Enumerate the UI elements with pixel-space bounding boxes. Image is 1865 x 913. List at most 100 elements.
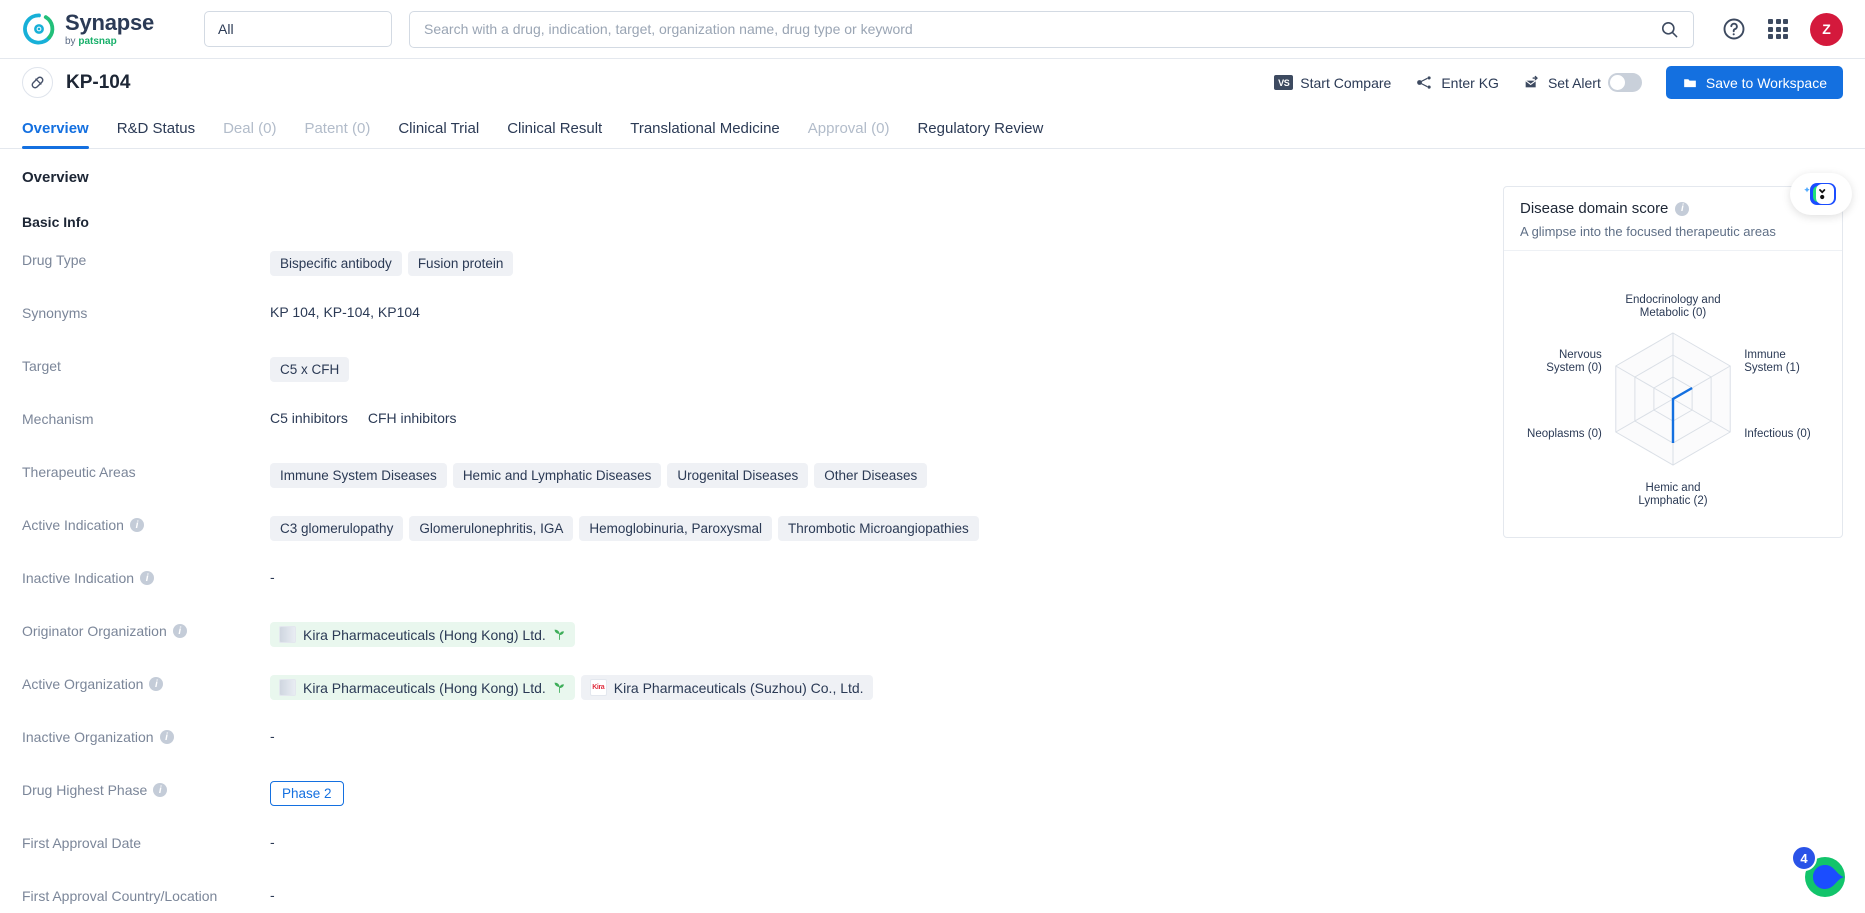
organization-logo-icon	[279, 679, 296, 696]
tab-approval-0[interactable]: Approval (0)	[794, 120, 904, 148]
value-tag[interactable]: Bispecific antibody	[270, 251, 402, 276]
info-row-label: Active Organization i	[22, 674, 270, 692]
drug-phase-badge[interactable]: Phase 2	[270, 781, 344, 806]
radar-axis-label: Hemic and Lymphatic (2)	[1638, 482, 1707, 507]
value-tag[interactable]: Hemic and Lymphatic Diseases	[452, 463, 662, 488]
search-icon[interactable]	[1660, 20, 1679, 39]
value-tag[interactable]: Immune System Diseases	[270, 463, 447, 488]
tab-clinical-trial[interactable]: Clinical Trial	[384, 120, 493, 148]
sprout-icon	[554, 629, 564, 640]
info-row-label: Active Indication i	[22, 515, 270, 533]
info-row-value: -	[270, 568, 275, 585]
info-row-label: Inactive Indication i	[22, 568, 270, 586]
ai-assistant-icon[interactable]	[1790, 173, 1852, 215]
radar-axis-label: Immune System (1)	[1744, 349, 1800, 374]
value-empty: -	[270, 887, 275, 903]
capsule-icon	[22, 67, 53, 98]
organization-name: Kira Pharmaceuticals (Hong Kong) Ltd.	[303, 679, 546, 696]
info-icon[interactable]: i	[140, 571, 155, 585]
search-scope-select[interactable]: All	[204, 11, 392, 47]
chat-widget-button[interactable]: 4	[1791, 845, 1849, 901]
tab-overview[interactable]: Overview	[22, 120, 103, 149]
value-empty: -	[270, 569, 275, 585]
organization-tag[interactable]: Kira Pharmaceuticals (Hong Kong) Ltd.	[270, 622, 575, 647]
start-compare-button[interactable]: VS Start Compare	[1274, 75, 1391, 91]
info-icon[interactable]: i	[172, 624, 187, 638]
value-tag[interactable]: Thrombotic Microangiopathies	[777, 516, 979, 541]
organization-tag[interactable]: Kira Kira Pharmaceuticals (Suzhou) Co., L…	[580, 675, 873, 700]
info-row: First Approval Date -	[22, 833, 1843, 886]
value-tag[interactable]: Fusion protein	[407, 251, 514, 276]
search-input[interactable]	[424, 21, 1660, 37]
info-icon[interactable]: i	[129, 518, 144, 532]
value-empty: -	[270, 728, 275, 744]
drug-header-actions: VS Start Compare Enter KG Set Alert Save…	[1274, 66, 1843, 99]
value-tag[interactable]: Other Diseases	[814, 463, 928, 488]
info-icon[interactable]: i	[153, 783, 168, 797]
info-row: Originator Organization i Kira Pharmaceuti…	[22, 621, 1843, 674]
tab-translational-medicine[interactable]: Translational Medicine	[616, 120, 794, 148]
organization-name: Kira Pharmaceuticals (Suzhou) Co., Ltd.	[613, 679, 864, 696]
brand-logo-area[interactable]: Synapse by patsnap	[22, 11, 182, 47]
value-tag[interactable]: Hemoglobinuria, Paroxysmal	[579, 516, 772, 541]
info-row-label-text: Drug Type	[22, 252, 87, 268]
top-navigation-bar: Synapse by patsnap All Z	[0, 0, 1865, 59]
tab-patent-0[interactable]: Patent (0)	[290, 120, 384, 148]
value-text-item[interactable]: C5 inhibitors	[270, 410, 348, 426]
info-row-value: Bispecific antibody Fusion protein	[270, 250, 514, 276]
vs-icon: VS	[1274, 75, 1294, 90]
info-row: Active Organization i Kira Pharmaceuticals…	[22, 674, 1843, 727]
value-tag[interactable]: C5 x CFH	[270, 357, 350, 382]
info-row: Inactive Indication i -	[22, 568, 1843, 621]
tab-r-d-status[interactable]: R&D Status	[103, 120, 209, 148]
info-row: Drug Highest Phase i Phase 2	[22, 780, 1843, 833]
chat-unread-badge: 4	[1791, 845, 1817, 871]
enter-kg-button[interactable]: Enter KG	[1415, 74, 1499, 91]
apps-grid-icon[interactable]	[1768, 19, 1788, 39]
save-to-workspace-button[interactable]: Save to Workspace	[1665, 66, 1843, 99]
avatar[interactable]: Z	[1810, 12, 1843, 46]
info-row-label: Originator Organization i	[22, 621, 270, 639]
page-title: KP-104	[66, 71, 131, 93]
overview-content: Overview Basic Info Drug Type Bispecific …	[0, 149, 1865, 913]
value-text-item[interactable]: CFH inhibitors	[368, 410, 457, 426]
info-row-label: First Approval Country/Location	[22, 886, 270, 904]
global-search-box[interactable]	[409, 10, 1694, 48]
info-row-value: -	[270, 886, 275, 903]
organization-logo-icon	[279, 626, 296, 643]
info-icon[interactable]: i	[149, 677, 164, 691]
radar-card-subtitle: A glimpse into the focused therapeutic a…	[1520, 224, 1776, 239]
help-circle-icon[interactable]	[1722, 17, 1746, 41]
info-row-label: Therapeutic Areas	[22, 462, 270, 480]
info-row: Inactive Organization i -	[22, 727, 1843, 780]
value-tag[interactable]: C3 glomerulopathy	[270, 516, 404, 541]
brand-sublabel: by patsnap	[65, 35, 117, 47]
tab-regulatory-review[interactable]: Regulatory Review	[903, 120, 1057, 148]
info-row-label: Synonyms	[22, 303, 270, 321]
search-scope-value: All	[218, 21, 234, 37]
info-icon[interactable]: i	[1675, 201, 1690, 216]
info-row-value: KP 104, KP-104, KP104	[270, 303, 420, 320]
info-row-label: Mechanism	[22, 409, 270, 427]
sprout-icon-wrap	[553, 681, 566, 694]
info-row-label-text: First Approval Date	[22, 835, 142, 851]
organization-tag[interactable]: Kira Pharmaceuticals (Hong Kong) Ltd.	[270, 675, 575, 700]
value-tag[interactable]: Urogenital Diseases	[667, 463, 809, 488]
radar-axis-label: Endocrinology and Metabolic (0)	[1625, 294, 1720, 319]
organization-logo-icon: Kira	[589, 679, 607, 696]
set-alert-toggle[interactable]	[1607, 73, 1642, 92]
tab-deal-0[interactable]: Deal (0)	[209, 120, 290, 148]
tab-clinical-result[interactable]: Clinical Result	[493, 120, 616, 148]
info-row-value: Phase 2	[270, 780, 344, 806]
top-action-icons: Z	[1722, 12, 1843, 46]
organization-name: Kira Pharmaceuticals (Hong Kong) Ltd.	[303, 626, 546, 643]
info-row-label-text: Therapeutic Areas	[22, 464, 136, 480]
info-row-value: -	[270, 833, 275, 850]
radar-axis-label: Neoplasms (0)	[1527, 428, 1602, 440]
set-alert-control[interactable]: Set Alert	[1523, 73, 1642, 92]
info-row-value: C3 glomerulopathy Glomerulonephritis, IGA…	[270, 515, 979, 541]
value-tag[interactable]: Glomerulonephritis, IGA	[409, 516, 574, 541]
save-to-workspace-label: Save to Workspace	[1705, 74, 1827, 91]
info-icon[interactable]: i	[159, 730, 174, 744]
info-row-label-text: Mechanism	[22, 411, 94, 427]
